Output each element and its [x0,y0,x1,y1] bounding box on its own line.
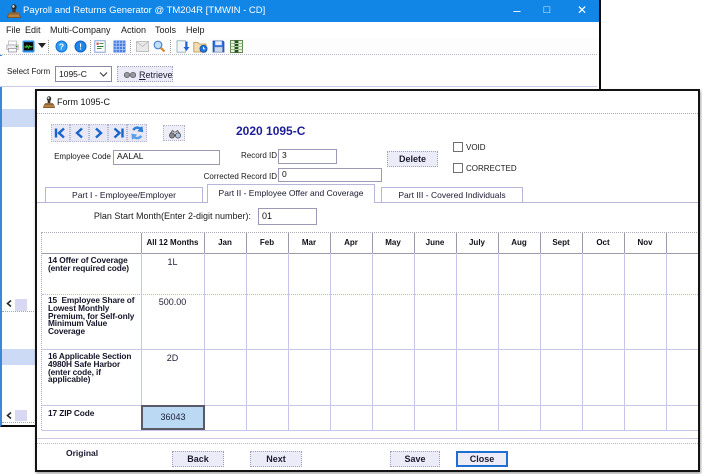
svg-text:?: ? [59,42,64,52]
svg-text:!: ! [79,42,82,52]
